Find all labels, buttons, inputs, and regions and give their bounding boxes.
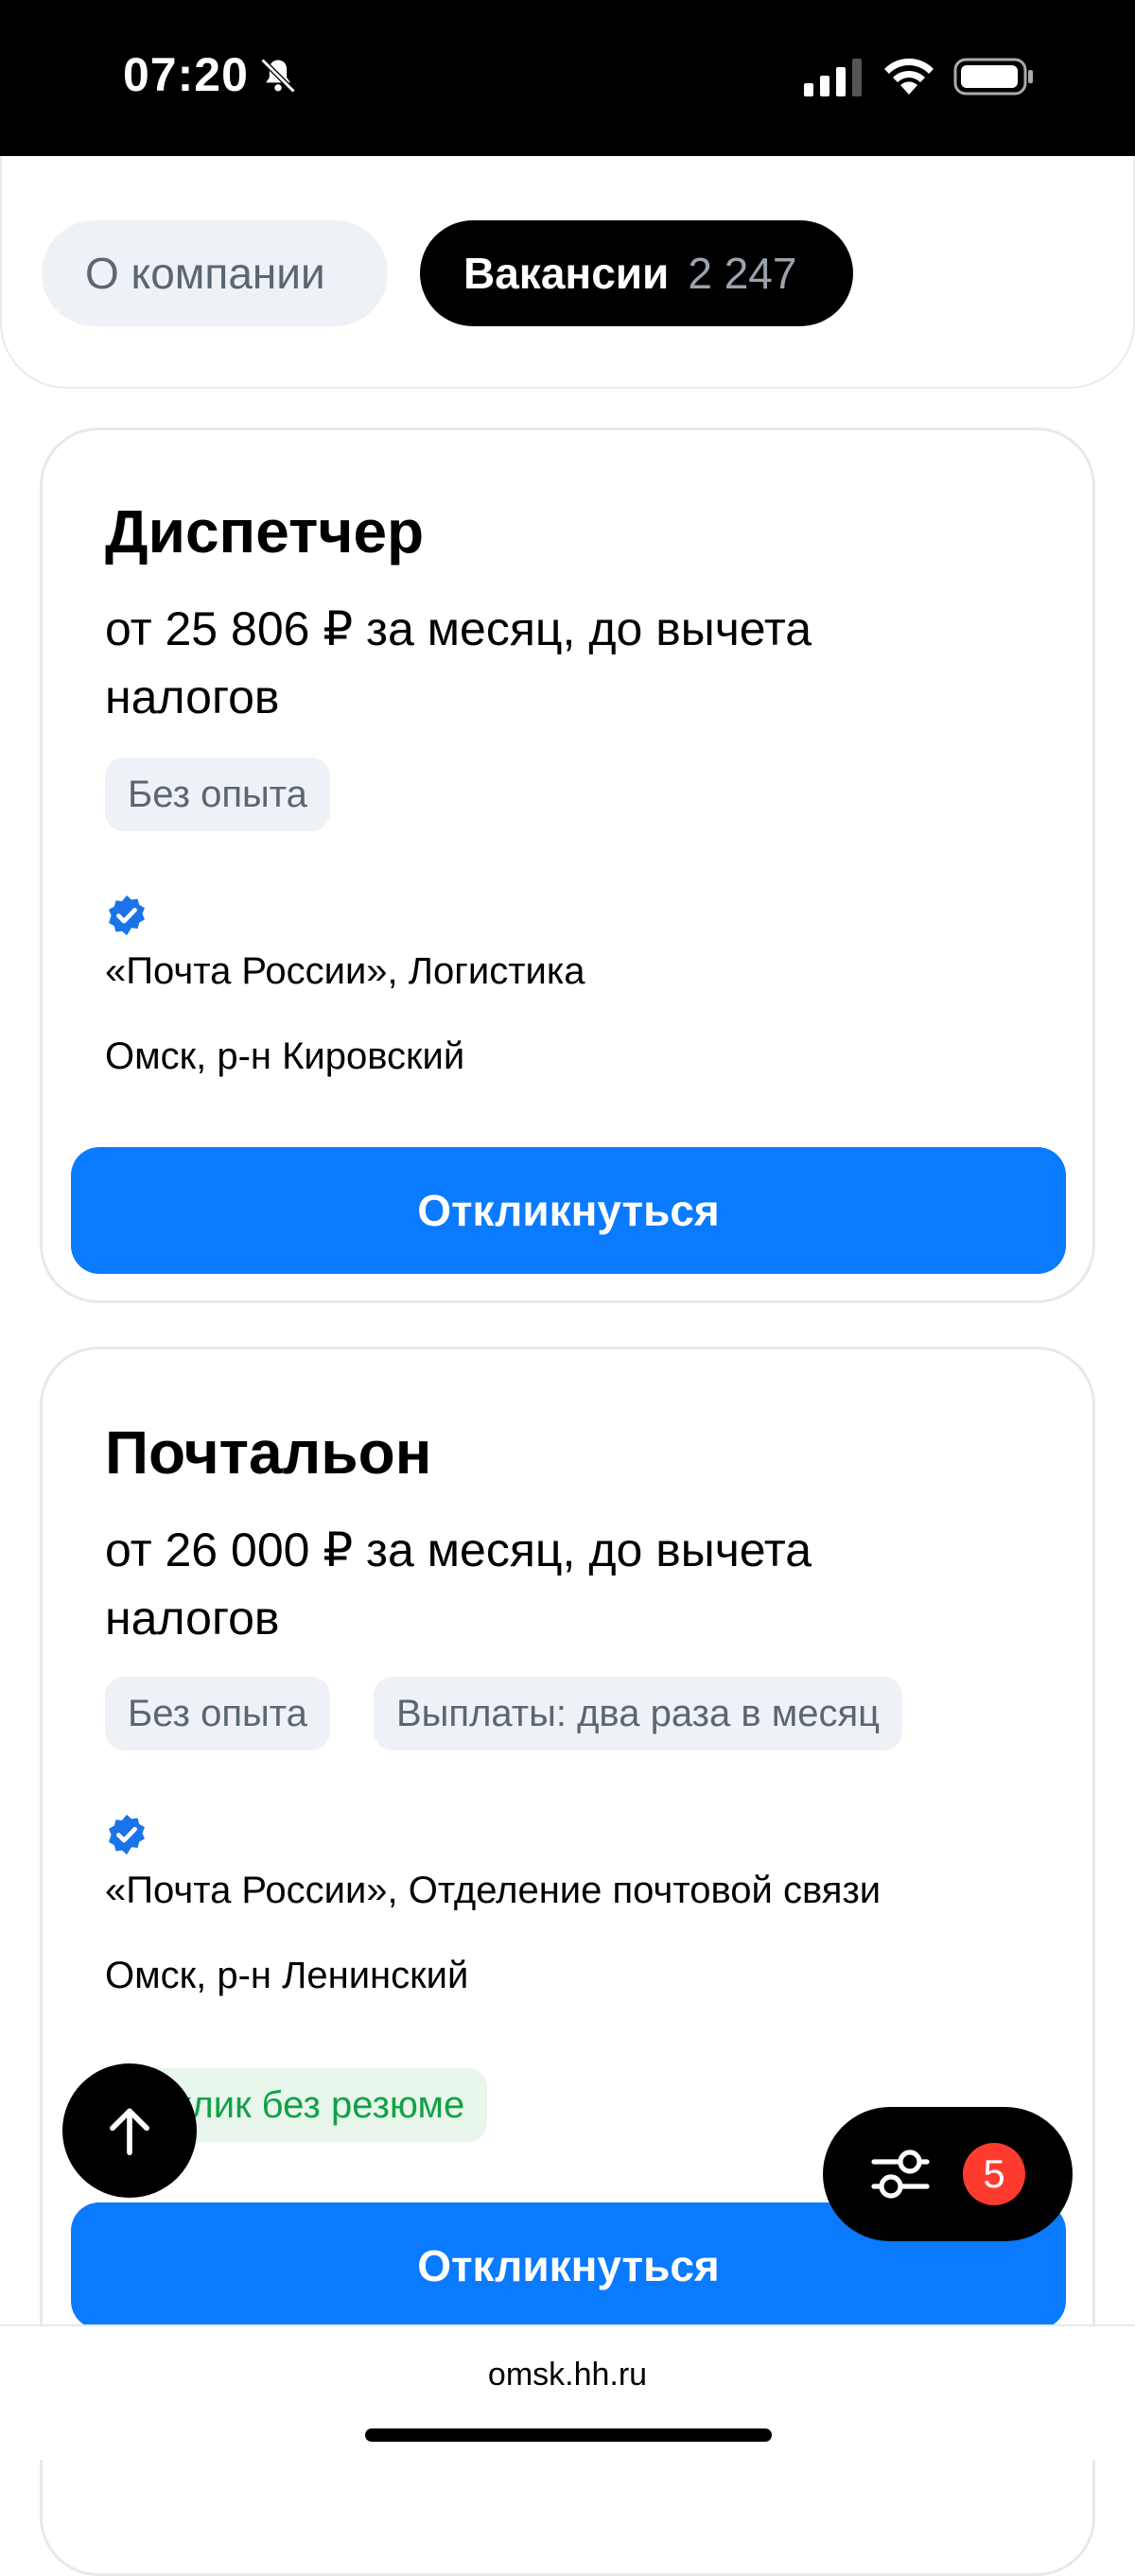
tab-about-company[interactable]: О компании (42, 220, 388, 326)
vacancy-title[interactable]: Почтальон (105, 1418, 431, 1488)
arrow-up-icon (110, 2108, 149, 2156)
status-time: 07:20 (123, 48, 249, 101)
vacancy-salary: от 26 000 ₽ за месяц, до вычета налогов (105, 1523, 812, 1645)
vacancy-title[interactable]: Диспетчер (105, 496, 424, 566)
experience-tag: Без опыта (105, 1677, 330, 1750)
status-bar: 07:20 (0, 0, 1135, 156)
company-tabs-panel: О компании Вакансии 2 247 (0, 156, 1135, 389)
verified-icon (109, 1814, 145, 1855)
tab-vacancies-label: Вакансии (463, 249, 670, 298)
company-name[interactable]: «Почта России», Отделение почтовой связи (105, 1870, 881, 1912)
respond-button[interactable]: Откликнуться (71, 1147, 1066, 1274)
vacancy-salary: от 25 806 ₽ за месяц, до вычета налогов (105, 602, 812, 723)
experience-tag: Без опыта (105, 757, 330, 831)
url-domain[interactable]: omsk.hh.ru (0, 2357, 1135, 2393)
vacancy-location: Омск, р-н Ленинский (105, 1955, 469, 1996)
scroll-to-top-button[interactable] (62, 2063, 197, 2198)
home-indicator[interactable] (365, 2428, 772, 2442)
vacancy-card[interactable]: Диспетчер от 25 806 ₽ за месяц, до вычет… (40, 427, 1095, 1303)
verified-icon (109, 895, 145, 936)
filter-sliders-icon (871, 2150, 930, 2199)
wifi-icon (884, 58, 934, 95)
tab-vacancies[interactable]: Вакансии 2 247 (420, 220, 853, 326)
filter-button[interactable]: 5 (823, 2107, 1073, 2241)
signal-icon (804, 59, 862, 96)
battery-icon (953, 58, 1033, 96)
tab-about-label: О компании (85, 249, 325, 298)
company-name[interactable]: «Почта России», Логистика (105, 950, 585, 993)
bell-muted-icon (260, 58, 296, 94)
payment-tag: Выплаты: два раза в месяц (374, 1677, 903, 1750)
filter-count-badge: 5 (963, 2143, 1025, 2205)
vacancy-location: Омск, р-н Кировский (105, 1036, 465, 1077)
tab-vacancies-count: 2 247 (688, 249, 797, 298)
browser-address-bar[interactable]: omsk.hh.ru (0, 2324, 1135, 2460)
